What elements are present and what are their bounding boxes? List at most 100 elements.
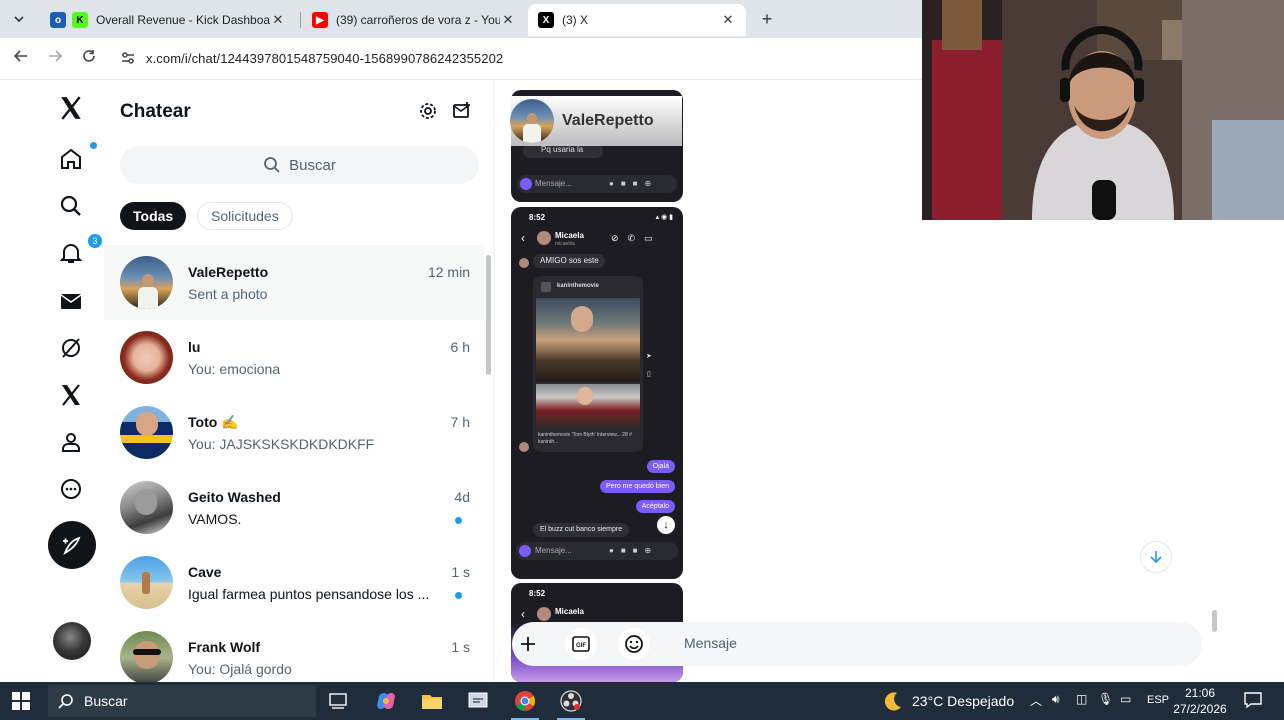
- scrollbar[interactable]: [486, 255, 491, 375]
- microphone-icon[interactable]: 🎙︎: [1098, 692, 1113, 706]
- notification-center-icon[interactable]: [1244, 692, 1262, 711]
- image-text: Ojalá: [646, 460, 675, 473]
- reload-button[interactable]: [78, 48, 100, 70]
- close-tab-icon[interactable]: ✕: [720, 12, 736, 28]
- emoji-button[interactable]: [618, 628, 650, 660]
- back-button[interactable]: [10, 48, 32, 70]
- reload-icon: [83, 50, 95, 62]
- camera-icon[interactable]: ◫: [1076, 692, 1087, 706]
- conversation-item[interactable]: ValeRepetto 12 min Sent a photo: [104, 245, 484, 320]
- x-sidebar-nav: 3: [40, 80, 104, 682]
- gif-icon: GIF: [572, 636, 590, 652]
- unread-dot: [455, 592, 462, 599]
- image-text: kaninthemovie 'Tom Blyth' Interview... 2…: [538, 432, 632, 445]
- app-icon[interactable]: [464, 687, 492, 715]
- svg-text:GIF: GIF: [576, 643, 586, 649]
- nav-grok[interactable]: [56, 333, 86, 363]
- taskbar-search[interactable]: Buscar: [48, 685, 316, 717]
- webcam-image: [922, 0, 1284, 220]
- image-icons: ➤: [646, 353, 652, 360]
- conversation-time: 6 h: [450, 339, 470, 355]
- clock-time: 21:06: [1184, 686, 1216, 700]
- close-tab-icon[interactable]: ✕: [270, 12, 286, 28]
- x-logo-icon: [61, 96, 81, 120]
- add-attachment-button[interactable]: [512, 628, 544, 660]
- chrome-icon[interactable]: [511, 687, 539, 720]
- nav-more[interactable]: [56, 474, 86, 504]
- clock[interactable]: 21:06 27/2/2026: [1170, 685, 1230, 717]
- conversation-name: ValeRepetto: [188, 264, 269, 280]
- arrow-right-icon: [49, 50, 63, 62]
- search-icon: [264, 157, 280, 173]
- compose-post-button[interactable]: [48, 521, 96, 569]
- browser-tab[interactable]: o K Overall Revenue - Kick Dashboard ✕: [40, 4, 296, 36]
- conversation-item[interactable]: Cave 1 s Igual farmea puntos pensandose …: [104, 545, 484, 620]
- forward-button[interactable]: [44, 48, 66, 70]
- filter-all-tab[interactable]: Todas: [120, 202, 187, 230]
- conversation-time: 4d: [454, 489, 470, 505]
- home-icon: [61, 148, 81, 169]
- more-circle-icon: [61, 479, 81, 499]
- network-icon[interactable]: ▭: [1120, 692, 1131, 706]
- nav-notifications[interactable]: 3: [56, 234, 102, 268]
- message-input[interactable]: Mensaje: [684, 635, 737, 651]
- shared-image[interactable]: 8:52 ▴ ◉ ▮ ‹ Micaela micaelita ⊘✆▭ AMIGO…: [511, 207, 683, 579]
- close-tab-icon[interactable]: ✕: [500, 12, 516, 28]
- search-input[interactable]: Buscar: [120, 146, 479, 184]
- file-explorer-icon[interactable]: [418, 687, 446, 715]
- new-message-icon[interactable]: [452, 101, 472, 121]
- avatar: [120, 556, 173, 609]
- conversation-header[interactable]: ValeRepetto: [510, 96, 682, 146]
- image-icons: ●■■⊕: [609, 179, 659, 188]
- start-button[interactable]: [12, 692, 30, 710]
- webcam-overlay: [922, 0, 1284, 220]
- scroll-to-bottom-button[interactable]: [1140, 541, 1172, 573]
- scrollbar[interactable]: [1212, 610, 1217, 632]
- gear-icon[interactable]: [418, 101, 438, 121]
- nav-profile[interactable]: [56, 427, 86, 457]
- conversation-time: 1 s: [451, 639, 470, 655]
- conversation-item[interactable]: Geito Washed 4d VAMOS.: [104, 470, 484, 545]
- image-icons: ‹: [521, 231, 525, 245]
- nav-home[interactable]: [56, 142, 97, 174]
- x-logo-icon: X: [538, 12, 554, 28]
- weather-widget[interactable]: 23°C Despejado: [882, 682, 1014, 720]
- conversation-item[interactable]: Toto ✍️ 7 h You: JAJSKSKSKDKDKDKFF: [104, 395, 484, 470]
- conversation-preview: You: emociona: [188, 361, 281, 377]
- task-view-icon[interactable]: [324, 687, 352, 715]
- address-bar[interactable]: x.com/i/chat/1244397801548759040-1568990…: [146, 51, 503, 66]
- conversation-item[interactable]: lu 6 h You: emociona: [104, 320, 484, 395]
- account-avatar[interactable]: [53, 622, 91, 660]
- arrow-left-icon: [13, 50, 27, 62]
- avatar: [120, 256, 173, 309]
- filter-requests-tab[interactable]: Solicitudes: [197, 202, 293, 230]
- browser-tab[interactable]: ▶ (39) carroñeros de vora z - YouTube ✕: [302, 4, 526, 36]
- x-home-logo[interactable]: [56, 93, 86, 123]
- conversation-time: 1 s: [451, 564, 470, 580]
- browser-tab-active[interactable]: X (3) X ✕: [528, 4, 746, 36]
- image-text: El buzz cut banco siempre: [533, 523, 630, 537]
- conversation-preview: Sent a photo: [188, 286, 268, 302]
- page-title: Chatear: [120, 101, 191, 122]
- avatar: [510, 99, 554, 143]
- nav-messages[interactable]: [56, 286, 86, 316]
- conversation-list: ValeRepetto 12 min Sent a photo lu 6 h Y…: [104, 245, 495, 682]
- taskbar-search-label: Buscar: [84, 693, 128, 709]
- gif-button[interactable]: GIF: [565, 628, 597, 660]
- nav-premium[interactable]: [56, 380, 86, 410]
- conversation-preview: You: JAJSKSKSKDKDKDKFF: [188, 436, 375, 452]
- chevron-up-icon[interactable]: ︿: [1030, 692, 1042, 709]
- obs-icon[interactable]: [557, 687, 585, 720]
- tab-search-button[interactable]: [8, 8, 30, 30]
- new-tab-button[interactable]: +: [756, 8, 778, 30]
- speaker-icon[interactable]: 🔊︎: [1052, 692, 1060, 707]
- site-info-icon[interactable]: [120, 50, 138, 68]
- chat-list-panel: Chatear Buscar Todas Solicitudes ValeRep…: [104, 80, 495, 682]
- image-text: Acéptalo: [635, 500, 675, 513]
- conversation-name: Cave: [188, 564, 222, 580]
- conversation-item[interactable]: Frank Wolf 1 s You: Ojalá gordo: [104, 620, 484, 682]
- language-indicator[interactable]: ESP: [1147, 694, 1169, 706]
- copilot-icon[interactable]: [372, 687, 400, 715]
- nav-explore[interactable]: [56, 191, 86, 221]
- unread-dot: [455, 517, 462, 524]
